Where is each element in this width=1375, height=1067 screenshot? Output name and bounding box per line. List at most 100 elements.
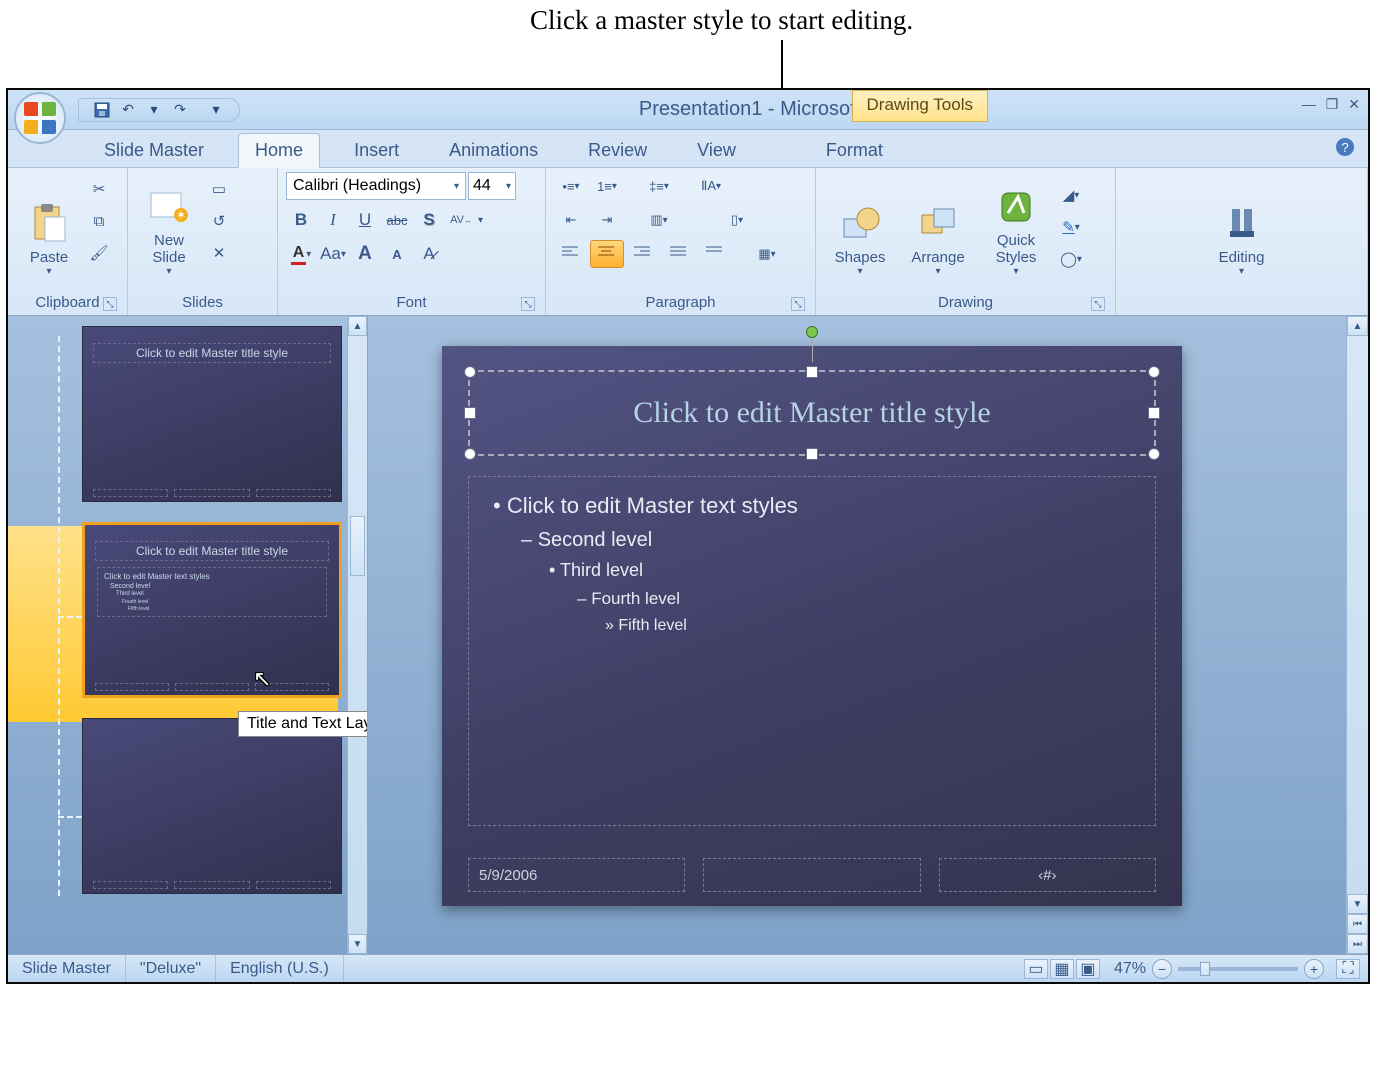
arrange-button[interactable]: Arrange▾: [902, 172, 974, 282]
help-icon[interactable]: ?: [1336, 138, 1354, 156]
new-slide-button[interactable]: ✶ New Slide ▾: [136, 172, 202, 282]
save-icon[interactable]: [93, 101, 111, 119]
resize-handle[interactable]: [464, 407, 476, 419]
maximize-button[interactable]: ❐: [1326, 96, 1339, 113]
rotation-handle[interactable]: [806, 326, 818, 338]
cut-button[interactable]: ✂: [86, 176, 112, 202]
sorter-view-button[interactable]: ▦: [1050, 959, 1074, 979]
align-center-button[interactable]: [590, 240, 624, 268]
editing-button[interactable]: Editing▾: [1206, 172, 1278, 282]
reset-button[interactable]: ↺: [206, 208, 232, 234]
align-right-button[interactable]: [626, 240, 660, 268]
grow-font-button[interactable]: A: [350, 240, 380, 268]
tab-slide-master[interactable]: Slide Master: [88, 134, 220, 167]
resize-handle[interactable]: [464, 448, 476, 460]
line-spacing-button[interactable]: ‡≡▾: [642, 172, 676, 200]
bullet-level-5[interactable]: Fifth level: [605, 617, 1131, 635]
quick-styles-button[interactable]: Quick Styles▾: [980, 172, 1052, 282]
scroll-down-icon[interactable]: ▼: [1347, 894, 1368, 914]
drawing-launcher[interactable]: ⤡: [1091, 297, 1105, 311]
normal-view-button[interactable]: ▭: [1024, 959, 1048, 979]
tab-format[interactable]: Format: [810, 134, 899, 167]
new-slide-dropdown-icon[interactable]: ▾: [166, 266, 171, 277]
layout-button[interactable]: ▭: [206, 176, 232, 202]
slideshow-view-button[interactable]: ▣: [1076, 959, 1100, 979]
bullet-level-1[interactable]: Click to edit Master text styles: [493, 493, 1131, 519]
zoom-slider-thumb[interactable]: [1200, 962, 1210, 976]
minimize-button[interactable]: —: [1302, 96, 1316, 113]
footer-placeholder[interactable]: [703, 858, 920, 892]
increase-indent-button[interactable]: ⇥: [590, 206, 624, 234]
shadow-button[interactable]: S: [414, 206, 444, 234]
layout-thumbnail-3[interactable]: [82, 718, 342, 894]
resize-handle[interactable]: [464, 366, 476, 378]
font-name-combo[interactable]: Calibri (Headings)▾: [286, 172, 466, 200]
justify-button[interactable]: [662, 240, 696, 268]
status-language[interactable]: English (U.S.): [216, 955, 344, 982]
slide-number-placeholder[interactable]: ‹#›: [939, 858, 1156, 892]
clear-formatting-button[interactable]: A̷: [414, 240, 444, 268]
paste-button[interactable]: Paste ▾: [16, 172, 82, 282]
format-painter-button[interactable]: 🖌: [86, 240, 112, 266]
shape-outline-button[interactable]: ✎▾: [1058, 214, 1084, 240]
font-color-button[interactable]: A▾: [286, 240, 316, 268]
shapes-button[interactable]: Shapes▾: [824, 172, 896, 282]
chevron-down-icon[interactable]: ▾: [1239, 266, 1244, 277]
convert-smartart-button[interactable]: ▦▾: [750, 240, 784, 268]
master-thumbnail-1[interactable]: Click to edit Master title style: [82, 326, 342, 502]
copy-button[interactable]: ⧉: [86, 208, 112, 234]
shape-effects-button[interactable]: ◯▾: [1058, 246, 1084, 272]
zoom-in-button[interactable]: +: [1304, 959, 1324, 979]
decrease-indent-button[interactable]: ⇤: [554, 206, 588, 234]
resize-handle[interactable]: [806, 448, 818, 460]
resize-handle[interactable]: [1148, 407, 1160, 419]
date-placeholder[interactable]: 5/9/2006: [468, 858, 685, 892]
bullet-level-3[interactable]: Third level: [549, 560, 1131, 581]
paragraph-launcher[interactable]: ⤡: [791, 297, 805, 311]
shrink-font-button[interactable]: A: [382, 240, 412, 268]
scroll-up-icon[interactable]: ▲: [1347, 316, 1368, 336]
thumbnails-scrollbar[interactable]: ▲ ▼: [347, 316, 367, 954]
paste-dropdown-icon[interactable]: ▾: [46, 266, 51, 277]
columns-button[interactable]: ▥▾: [642, 206, 676, 234]
content-placeholder[interactable]: Click to edit Master text styles Second …: [468, 476, 1156, 826]
zoom-out-button[interactable]: −: [1152, 959, 1172, 979]
align-left-button[interactable]: [554, 240, 588, 268]
bold-button[interactable]: B: [286, 206, 316, 234]
chevron-down-icon[interactable]: ▾: [1013, 266, 1018, 277]
shape-fill-button[interactable]: ◢▾: [1058, 182, 1084, 208]
tab-animations[interactable]: Animations: [433, 134, 554, 167]
chevron-down-icon[interactable]: ▾: [478, 215, 483, 226]
text-direction-button[interactable]: ⅡA▾: [694, 172, 728, 200]
font-size-combo[interactable]: 44▾: [468, 172, 516, 200]
tab-insert[interactable]: Insert: [338, 134, 415, 167]
scrollbar-thumb[interactable]: [350, 516, 365, 576]
tab-review[interactable]: Review: [572, 134, 663, 167]
redo-icon[interactable]: ↷: [171, 101, 189, 119]
close-button[interactable]: ✕: [1348, 96, 1360, 113]
layout-thumbnail-2[interactable]: Click to edit Master title style Click t…: [82, 522, 342, 698]
title-text[interactable]: Click to edit Master title style: [633, 396, 990, 430]
prev-slide-icon[interactable]: ⏮: [1347, 914, 1368, 934]
qat-customize-icon[interactable]: ▾: [207, 101, 225, 119]
chevron-down-icon[interactable]: ▾: [857, 266, 862, 277]
title-placeholder[interactable]: Click to edit Master title style: [468, 370, 1156, 456]
bullet-level-2[interactable]: Second level: [521, 529, 1131, 552]
bullet-level-4[interactable]: Fourth level: [577, 589, 1131, 609]
resize-handle[interactable]: [806, 366, 818, 378]
clipboard-launcher[interactable]: ⤡: [103, 297, 117, 311]
delete-button[interactable]: ✕: [206, 240, 232, 266]
slide-scrollbar[interactable]: ▲ ▼ ⏮ ⏭: [1346, 316, 1368, 954]
scroll-down-icon[interactable]: ▼: [348, 934, 367, 954]
underline-button[interactable]: U: [350, 206, 380, 234]
distributed-button[interactable]: [698, 240, 732, 268]
resize-handle[interactable]: [1148, 448, 1160, 460]
strike-button[interactable]: abc: [382, 206, 412, 234]
zoom-slider[interactable]: [1178, 967, 1298, 971]
undo-dropdown-icon[interactable]: ▾: [145, 101, 163, 119]
fit-window-button[interactable]: ⛶: [1336, 959, 1360, 979]
chevron-down-icon[interactable]: ▾: [935, 266, 940, 277]
office-button[interactable]: [14, 92, 66, 144]
bullets-button[interactable]: •≡▾: [554, 172, 588, 200]
change-case-button[interactable]: Aa▾: [318, 240, 348, 268]
